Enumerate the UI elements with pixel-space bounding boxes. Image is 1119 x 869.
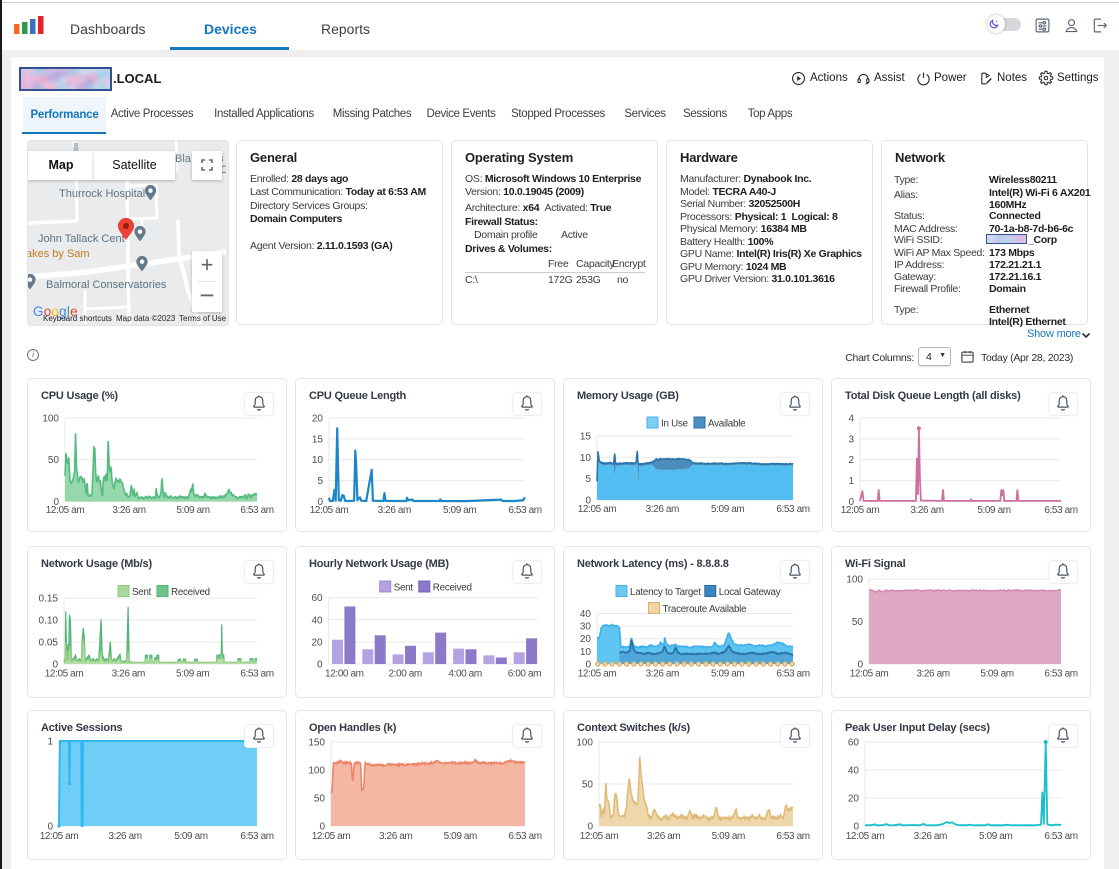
- svg-text:Latency to Target: Latency to Target: [630, 587, 701, 598]
- svg-text:6:53 am: 6:53 am: [508, 831, 541, 842]
- svg-text:1: 1: [47, 737, 53, 748]
- svg-text:Bla: Bla: [175, 153, 192, 165]
- svg-text:3:26 am: 3:26 am: [112, 505, 145, 516]
- svg-text:2:00 am: 2:00 am: [389, 669, 422, 680]
- svg-text:6:53 am: 6:53 am: [776, 831, 809, 842]
- svg-text:12:05 am: 12:05 am: [578, 504, 617, 515]
- svg-text:3:26 am: 3:26 am: [646, 669, 679, 680]
- svg-text:5:09 am: 5:09 am: [174, 831, 207, 842]
- svg-text:10: 10: [580, 453, 592, 464]
- svg-text:6:53 am: 6:53 am: [240, 831, 273, 842]
- svg-text:10: 10: [312, 455, 324, 466]
- svg-text:3:26 am: 3:26 am: [378, 505, 411, 516]
- svg-text:20: 20: [312, 414, 324, 425]
- svg-text:3:26 am: 3:26 am: [379, 831, 412, 842]
- svg-text:Received: Received: [433, 583, 472, 594]
- svg-text:50: 50: [314, 794, 326, 805]
- svg-text:12:05 am: 12:05 am: [45, 669, 84, 680]
- svg-text:5:09 am: 5:09 am: [711, 669, 744, 680]
- svg-text:5: 5: [585, 474, 591, 485]
- svg-text:6:53 am: 6:53 am: [1044, 831, 1077, 842]
- svg-text:3:26 am: 3:26 am: [910, 505, 943, 516]
- svg-text:John Tallack Cent: John Tallack Cent: [38, 233, 125, 245]
- svg-text:4: 4: [848, 414, 854, 425]
- svg-text:6:53 am: 6:53 am: [240, 505, 273, 516]
- svg-text:12:05 am: 12:05 am: [310, 505, 349, 516]
- svg-text:3: 3: [848, 434, 854, 445]
- svg-text:0.15: 0.15: [39, 594, 59, 605]
- svg-text:50: 50: [582, 780, 594, 791]
- svg-text:50: 50: [852, 617, 864, 628]
- svg-text:3:26 am: 3:26 am: [647, 831, 680, 842]
- svg-text:6:53 am: 6:53 am: [1044, 669, 1077, 680]
- svg-text:12:05 am: 12:05 am: [846, 831, 885, 842]
- svg-text:15: 15: [312, 434, 324, 445]
- svg-text:1: 1: [848, 476, 854, 487]
- svg-text:100: 100: [846, 575, 863, 586]
- svg-text:3:26 am: 3:26 am: [108, 831, 141, 842]
- svg-text:40: 40: [848, 766, 860, 777]
- svg-text:5:09 am: 5:09 am: [979, 831, 1012, 842]
- svg-text:5:09 am: 5:09 am: [711, 504, 744, 515]
- svg-text:5: 5: [317, 476, 323, 487]
- svg-text:100: 100: [42, 414, 59, 425]
- svg-text:5:09 am: 5:09 am: [443, 505, 476, 516]
- svg-text:6:53 am: 6:53 am: [776, 504, 809, 515]
- svg-text:100: 100: [576, 738, 593, 749]
- svg-text:Thurrock Hospital: Thurrock Hospital: [59, 188, 145, 200]
- svg-text:40: 40: [311, 615, 323, 626]
- svg-text:20: 20: [848, 794, 860, 805]
- svg-text:akes by Sam: akes by Sam: [28, 248, 90, 260]
- svg-text:6:53 am: 6:53 am: [240, 669, 273, 680]
- svg-text:Received: Received: [171, 587, 210, 598]
- svg-text:0: 0: [317, 660, 323, 671]
- svg-text:12:05 am: 12:05 am: [850, 669, 889, 680]
- svg-text:Sent: Sent: [132, 587, 152, 598]
- svg-text:10: 10: [580, 647, 592, 658]
- svg-text:Traceroute Available: Traceroute Available: [663, 604, 748, 615]
- svg-text:15: 15: [580, 432, 592, 443]
- svg-text:0.10: 0.10: [39, 616, 59, 627]
- svg-text:50: 50: [48, 455, 60, 466]
- svg-text:20: 20: [311, 637, 323, 648]
- svg-text:6:53 am: 6:53 am: [1044, 505, 1077, 516]
- svg-text:30: 30: [580, 622, 592, 633]
- svg-text:Available: Available: [708, 419, 746, 430]
- svg-text:12:05 am: 12:05 am: [46, 505, 85, 516]
- svg-text:5:09 am: 5:09 am: [977, 505, 1010, 516]
- svg-text:5:09 am: 5:09 am: [444, 831, 477, 842]
- svg-text:Local Gateway: Local Gateway: [719, 587, 781, 598]
- svg-text:4:00 am: 4:00 am: [448, 669, 481, 680]
- svg-text:3:26 am: 3:26 am: [112, 669, 145, 680]
- svg-text:5:09 am: 5:09 am: [980, 669, 1013, 680]
- svg-text:12:00 am: 12:00 am: [325, 669, 364, 680]
- svg-text:60: 60: [311, 593, 323, 604]
- svg-text:3:26 am: 3:26 am: [914, 831, 947, 842]
- svg-text:3:26 am: 3:26 am: [646, 504, 679, 515]
- svg-text:5:09 am: 5:09 am: [176, 505, 209, 516]
- svg-text:40: 40: [580, 609, 592, 620]
- svg-text:150: 150: [308, 738, 325, 749]
- svg-text:0.05: 0.05: [39, 638, 59, 649]
- svg-text:3:26 am: 3:26 am: [916, 669, 949, 680]
- svg-text:5:09 am: 5:09 am: [712, 831, 745, 842]
- svg-text:Balmoral Conservatories: Balmoral Conservatories: [46, 279, 167, 291]
- svg-text:100: 100: [308, 766, 325, 777]
- svg-text:5:09 am: 5:09 am: [176, 669, 209, 680]
- svg-text:6:00 am: 6:00 am: [508, 669, 541, 680]
- svg-text:12:05 am: 12:05 am: [841, 505, 880, 516]
- svg-text:6:53 am: 6:53 am: [776, 669, 809, 680]
- svg-text:Sent: Sent: [394, 583, 414, 594]
- svg-text:12:05 am: 12:05 am: [580, 831, 619, 842]
- svg-text:20: 20: [580, 634, 592, 645]
- svg-text:12:05 am: 12:05 am: [578, 669, 617, 680]
- svg-text:In Use: In Use: [661, 419, 689, 430]
- svg-text:12:05 am: 12:05 am: [40, 831, 79, 842]
- svg-text:2: 2: [848, 455, 854, 466]
- svg-text:12:05 am: 12:05 am: [312, 831, 351, 842]
- svg-text:6:53 am: 6:53 am: [508, 505, 541, 516]
- svg-text:60: 60: [848, 738, 860, 749]
